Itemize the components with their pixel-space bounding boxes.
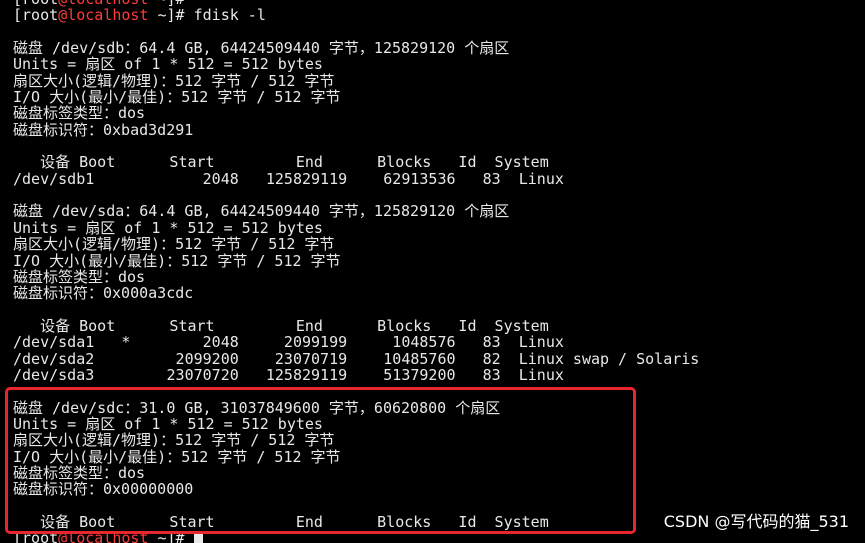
output-line: I/O 大小(最小/最佳)：512 字节 / 512 字节	[13, 447, 865, 466]
output-text: /dev/sda3 23070720 125829119 51379200 83…	[13, 365, 564, 384]
output-line: Units = 扇区 of 1 * 512 = 512 bytes	[13, 416, 865, 432]
output-text: I/O 大小(最小/最佳)：512 字节 / 512 字节	[13, 251, 341, 270]
output-text: Units = 扇区 of 1 * 512 = 512 bytes	[13, 55, 323, 74]
prompt-user: [root	[13, 6, 59, 25]
output-line: 磁盘 /dev/sdb：64.4 GB, 64424509440 字节，1258…	[13, 40, 865, 56]
output-text: 扇区大小(逻辑/物理)：512 字节 / 512 字节	[13, 235, 335, 254]
output-text: 设备 Boot Start End Blocks Id System	[13, 153, 549, 172]
prompt-line: [root@localhost ~]#	[13, 530, 865, 543]
prompt-host: @localhost	[58, 6, 149, 25]
output-text: 磁盘 /dev/sdc：31.0 GB, 31037849600 字节，6062…	[13, 398, 501, 417]
output-line: 扇区大小(逻辑/物理)：512 字节 / 512 字节	[13, 236, 865, 252]
output-text: 磁盘标签类型：dos	[13, 267, 146, 286]
output-text: Units = 扇区 of 1 * 512 = 512 bytes	[13, 414, 323, 433]
output-line: Units = 扇区 of 1 * 512 = 512 bytes	[13, 220, 865, 236]
terminal-window[interactable]: [root@localhost ~]# [root@localhost ~]# …	[0, 0, 865, 543]
output-line: /dev/sda2 2099200 23070719 10485760 82 L…	[13, 349, 865, 368]
output-line: 设备 Boot Start End Blocks Id System	[13, 154, 865, 170]
output-text: I/O 大小(最小/最佳)：512 字节 / 512 字节	[13, 88, 341, 107]
output-text: /dev/sda2 2099200 23070719 10485760 82 L…	[13, 349, 700, 368]
prompt-host: @localhost	[58, 529, 149, 543]
watermark: CSDN @写代码的猫_531	[663, 512, 849, 531]
output-line: 磁盘标识符：0x00000000	[13, 481, 865, 497]
output-text: 设备 Boot Start End Blocks Id System	[13, 513, 549, 531]
output-line: 扇区大小(逻辑/物理)：512 字节 / 512 字节	[13, 73, 865, 89]
terminal-output: [root@localhost ~]# [root@localhost ~]# …	[13, 0, 865, 543]
output-line: 磁盘标识符：0xbad3d291	[13, 122, 865, 138]
prompt-command: ~]#	[148, 529, 194, 543]
output-line: /dev/sdb1 2048 125829119 62913536 83 Lin…	[13, 171, 865, 187]
output-text: 磁盘标识符：0x000a3cdc	[13, 284, 194, 303]
output-text: 磁盘标签类型：dos	[13, 104, 146, 123]
output-text: 磁盘标识符：0x00000000	[13, 480, 194, 499]
output-text: 磁盘标签类型：dos	[13, 463, 146, 482]
output-text: I/O 大小(最小/最佳)：512 字节 / 512 字节	[13, 447, 341, 466]
output-text: 扇区大小(逻辑/物理)：512 字节 / 512 字节	[13, 431, 335, 450]
output-line: I/O 大小(最小/最佳)：512 字节 / 512 字节	[13, 89, 865, 105]
output-line: 磁盘标识符：0x000a3cdc	[13, 285, 865, 301]
output-line: 磁盘 /dev/sdc：31.0 GB, 31037849600 字节，6062…	[13, 398, 865, 417]
output-line: /dev/sda1 * 2048 2099199 1048576 83 Linu…	[13, 334, 865, 350]
output-text: 磁盘 /dev/sdb：64.4 GB, 64424509440 字节，1258…	[13, 39, 510, 58]
output-text: /dev/sda1 * 2048 2099199 1048576 83 Linu…	[13, 333, 564, 352]
output-line: /dev/sda3 23070720 125829119 51379200 83…	[13, 367, 865, 383]
cursor	[193, 531, 203, 543]
output-line: 扇区大小(逻辑/物理)：512 字节 / 512 字节	[13, 432, 865, 448]
output-line: 磁盘标签类型：dos	[13, 105, 865, 121]
output-line: Units = 扇区 of 1 * 512 = 512 bytes	[13, 56, 865, 72]
output-line: 磁盘标签类型：dos	[13, 465, 865, 481]
prompt-user: [root	[13, 529, 59, 543]
output-text: /dev/sdb1 2048 125829119 62913536 83 Lin…	[13, 169, 564, 188]
output-line: 设备 Boot Start End Blocks Id System	[13, 318, 865, 334]
output-text: Units = 扇区 of 1 * 512 = 512 bytes	[13, 218, 323, 237]
output-line: I/O 大小(最小/最佳)：512 字节 / 512 字节	[13, 251, 865, 270]
output-text: 磁盘标识符：0xbad3d291	[13, 120, 194, 139]
output-text: 设备 Boot Start End Blocks Id System	[13, 316, 549, 335]
output-line: 磁盘标签类型：dos	[13, 269, 865, 285]
output-text: 磁盘 /dev/sda：64.4 GB, 64424509440 字节，1258…	[13, 202, 510, 221]
prompt-command: ~]# fdisk -l	[148, 6, 266, 25]
prompt-line: [root@localhost ~]# fdisk -l	[13, 7, 865, 23]
output-line: 磁盘 /dev/sda：64.4 GB, 64424509440 字节，1258…	[13, 203, 865, 219]
output-text: 扇区大小(逻辑/物理)：512 字节 / 512 字节	[13, 71, 335, 90]
